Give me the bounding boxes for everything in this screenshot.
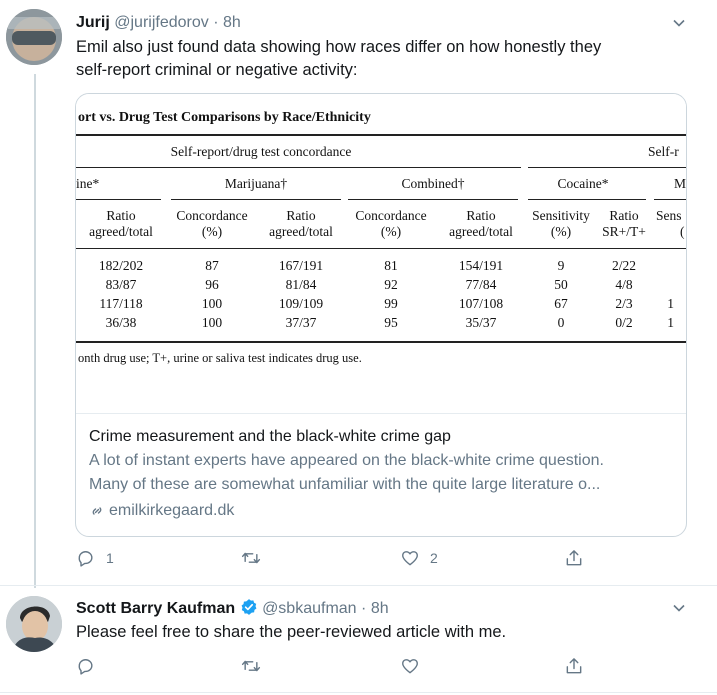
column-header: Concordance (%) bbox=[355, 208, 427, 239]
card-domain[interactable]: emilkirkegaard.dk bbox=[89, 499, 679, 523]
column-header: Concordance (%) bbox=[176, 208, 248, 239]
table-cell: 117/118 bbox=[99, 296, 143, 311]
author-name[interactable]: Jurij bbox=[76, 14, 110, 31]
table-cell: 167/191 bbox=[278, 258, 324, 273]
subgroup-header: Combined† bbox=[401, 176, 465, 191]
column-header: Sens( bbox=[656, 208, 685, 239]
subgroup-header: ine* bbox=[76, 176, 100, 191]
link-icon bbox=[92, 507, 102, 515]
table-cell: 81 bbox=[384, 258, 398, 273]
separator-dot: · bbox=[213, 14, 219, 31]
share-icon bbox=[566, 550, 582, 566]
table-cell: 2/3 bbox=[615, 296, 633, 311]
subgroup-header: Cocaine* bbox=[557, 176, 609, 191]
heart-icon bbox=[402, 551, 418, 566]
tweet-time[interactable]: 8h bbox=[371, 600, 389, 617]
table-cell: 87 bbox=[205, 258, 219, 273]
tweet-divider bbox=[0, 692, 717, 693]
table-cell: 92 bbox=[384, 277, 398, 292]
share-icon bbox=[566, 658, 582, 674]
table-cell: 0/2 bbox=[615, 315, 633, 330]
avatar-jurij[interactable] bbox=[6, 9, 62, 65]
tweet-text: Emil also just found data showing how ra… bbox=[76, 36, 686, 82]
verified-badge-icon bbox=[240, 598, 258, 616]
table-cell: 96 bbox=[205, 277, 219, 292]
tweet-header: Scott Barry Kaufman @sbkaufman · 8h bbox=[76, 598, 389, 619]
retweet-button[interactable] bbox=[241, 548, 271, 568]
card-image-table: ort vs. Drug Test Comparisons by Race/Et… bbox=[76, 94, 686, 414]
reply-icon bbox=[78, 551, 93, 567]
subgroup-header: Marijuana† bbox=[224, 176, 288, 191]
reply-count: 1 bbox=[106, 550, 114, 566]
tweet-actions: 1 2 bbox=[76, 548, 596, 572]
like-button[interactable]: 2 bbox=[400, 548, 438, 568]
tweet-text-line: Emil also just found data showing how ra… bbox=[76, 38, 602, 56]
column-header: Ratio agreed/total bbox=[269, 208, 333, 239]
table-cell: 154/191 bbox=[458, 258, 504, 273]
table-cell: 100 bbox=[201, 315, 223, 330]
table-cell: 83/87 bbox=[105, 277, 137, 292]
table-cell: 0 bbox=[557, 315, 565, 330]
column-header: Ratio agreed/total bbox=[449, 208, 513, 239]
table-cell: 99 bbox=[384, 296, 398, 311]
tweet-header: Jurij @jurijfedorov · 8h bbox=[76, 13, 241, 33]
table-cell: 67 bbox=[554, 296, 568, 311]
thread-connector-line bbox=[34, 74, 36, 588]
reply-button[interactable] bbox=[76, 656, 96, 676]
heart-icon bbox=[402, 659, 418, 674]
like-button[interactable] bbox=[400, 656, 420, 676]
table-cell: 77/84 bbox=[465, 277, 497, 292]
table-cell: 37/37 bbox=[285, 315, 317, 330]
tweet-text: Please feel free to share the peer-revie… bbox=[76, 623, 507, 641]
group-header: Self-r bbox=[648, 144, 679, 159]
table-cell: 36/38 bbox=[105, 315, 137, 330]
share-button[interactable] bbox=[564, 656, 584, 676]
table-cell: 182/202 bbox=[98, 258, 144, 273]
table-cell: 81/84 bbox=[285, 277, 317, 292]
card-title[interactable]: Crime measurement and the black-white cr… bbox=[89, 425, 679, 449]
column-header: Sensitivity (%) bbox=[532, 208, 590, 239]
tweet-divider bbox=[0, 585, 717, 586]
table-cell: 35/37 bbox=[465, 315, 497, 330]
table-cell: 50 bbox=[554, 277, 568, 292]
separator-dot: · bbox=[361, 600, 367, 617]
card-meta[interactable]: Crime measurement and the black-white cr… bbox=[89, 425, 679, 523]
reply-icon bbox=[78, 659, 93, 675]
retweet-icon bbox=[241, 660, 261, 672]
avatar-scott-barry-kaufman[interactable] bbox=[6, 596, 62, 652]
table-cell: 1 bbox=[667, 296, 674, 311]
column-header: Ratio SR+/T+ bbox=[602, 208, 646, 239]
reply-button[interactable]: 1 bbox=[76, 548, 114, 568]
author-handle[interactable]: @sbkaufman bbox=[262, 600, 357, 617]
like-count: 2 bbox=[430, 550, 438, 566]
group-header: Self-report/drug test concordance bbox=[170, 144, 352, 159]
chevron-down-icon[interactable] bbox=[671, 15, 687, 31]
table-title: ort vs. Drug Test Comparisons by Race/Et… bbox=[78, 110, 371, 125]
table-footnote: onth drug use; T+, urine or saliva test … bbox=[78, 351, 362, 365]
author-handle[interactable]: @jurijfedorov bbox=[114, 14, 209, 31]
tweet-actions bbox=[76, 656, 596, 680]
share-button[interactable] bbox=[564, 548, 584, 568]
table-cell: 109/109 bbox=[278, 296, 324, 311]
table-cell: 107/108 bbox=[458, 296, 504, 311]
chevron-down-icon[interactable] bbox=[671, 600, 687, 616]
subgroup-header: M bbox=[674, 176, 686, 191]
card-description: A lot of instant experts have appeared o… bbox=[89, 452, 604, 493]
link-card[interactable]: ort vs. Drug Test Comparisons by Race/Et… bbox=[75, 93, 687, 537]
tweet-text-line: self-report criminal or negative activit… bbox=[76, 61, 358, 79]
retweet-icon bbox=[241, 552, 261, 564]
author-name[interactable]: Scott Barry Kaufman bbox=[76, 600, 235, 617]
table-cell: 100 bbox=[201, 296, 223, 311]
column-header: Ratio agreed/total bbox=[89, 208, 153, 239]
table-cell: 95 bbox=[384, 315, 398, 330]
table-cell: 1 bbox=[667, 315, 674, 330]
table-cell: 4/8 bbox=[615, 277, 633, 292]
table-cell: 9 bbox=[557, 258, 565, 273]
retweet-button[interactable] bbox=[241, 656, 261, 676]
table-cell: 2/22 bbox=[611, 258, 636, 273]
tweet-time[interactable]: 8h bbox=[223, 14, 241, 31]
